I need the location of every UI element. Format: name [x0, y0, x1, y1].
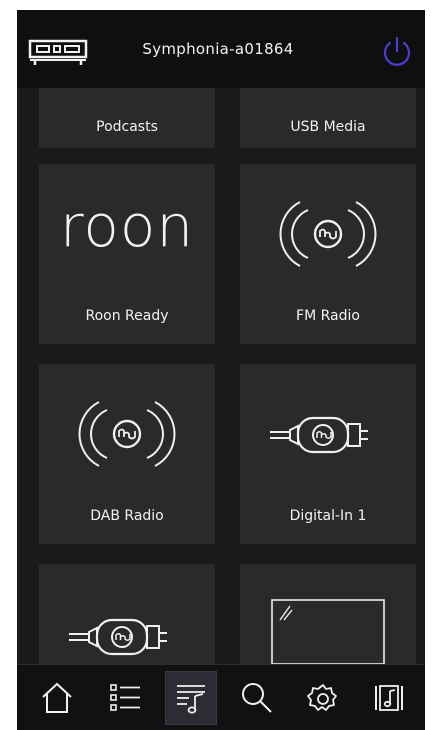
- radio-waves-icon: [279, 201, 377, 267]
- radio-waves-icon: [78, 401, 176, 467]
- bottom-nav: [17, 664, 425, 730]
- roon-logo: roon: [59, 192, 195, 260]
- source-tile-digital-in-2[interactable]: [39, 564, 215, 666]
- nav-music-queue[interactable]: [165, 671, 217, 725]
- source-tile-dab-radio[interactable]: DAB Radio: [39, 364, 215, 544]
- source-label: Podcasts: [96, 119, 158, 135]
- source-tile-usb-media[interactable]: USB Media: [240, 88, 416, 148]
- nav-search[interactable]: [231, 671, 283, 725]
- music-note-icon: [375, 685, 403, 711]
- digital-cable-icon: [69, 618, 167, 656]
- amplifier-icon[interactable]: [27, 38, 89, 68]
- nav-settings[interactable]: [297, 671, 349, 725]
- list-icon: [110, 684, 140, 711]
- music-queue-icon: [177, 685, 205, 714]
- source-tile-podcasts[interactable]: Podcasts: [39, 88, 215, 148]
- power-icon[interactable]: [379, 34, 415, 70]
- source-label: Roon Ready: [85, 308, 169, 324]
- source-label: Digital-In 1: [289, 508, 367, 524]
- header-bar: Symphonia-a01864: [17, 10, 425, 88]
- source-label: USB Media: [290, 119, 366, 135]
- screen-icon: [271, 599, 385, 665]
- source-tile-screen[interactable]: [240, 564, 416, 666]
- source-label: FM Radio: [296, 308, 360, 324]
- source-tile-roon-ready[interactable]: roon Roon Ready: [39, 164, 215, 344]
- search-icon: [242, 683, 272, 713]
- digital-cable-icon: [270, 416, 368, 454]
- source-tile-digital-in-1[interactable]: Digital-In 1: [240, 364, 416, 544]
- app-screen: Symphonia-a01864 Podcasts USB Media roon…: [17, 10, 425, 730]
- source-label: DAB Radio: [90, 508, 164, 524]
- home-icon: [42, 682, 72, 713]
- device-name: Symphonia-a01864: [142, 40, 294, 58]
- nav-library[interactable]: [363, 671, 415, 725]
- nav-home[interactable]: [31, 671, 83, 725]
- source-tile-fm-radio[interactable]: FM Radio: [240, 164, 416, 344]
- gear-icon: [307, 684, 337, 711]
- nav-list[interactable]: [99, 671, 151, 725]
- source-grid: Podcasts USB Media roon Roon Ready FM Ra…: [17, 88, 425, 666]
